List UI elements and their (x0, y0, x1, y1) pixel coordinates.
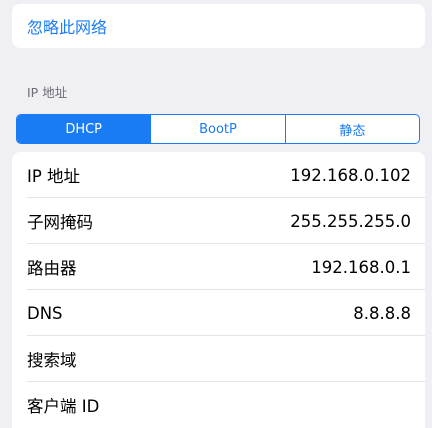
ip-settings-table: IP 地址 192.168.0.102 子网掩码 255.255.255.0 路… (12, 152, 425, 428)
ip-address-value: 192.168.0.102 (290, 165, 411, 185)
router-label: 路由器 (27, 259, 77, 278)
forget-network-button[interactable]: 忽略此网络 (12, 4, 425, 48)
ip-mode-segmented-control: DHCP BootP 静态 (16, 114, 420, 144)
router-value: 192.168.0.1 (311, 257, 411, 277)
subnet-mask-label: 子网掩码 (27, 213, 93, 232)
dns-label: DNS (27, 303, 63, 323)
wifi-network-details: 忽略此网络 IP 地址 DHCP BootP 静态 IP 地址 192.168.… (0, 0, 432, 428)
ip-address-section-header: IP 地址 (27, 85, 68, 100)
subnet-mask-row: 子网掩码 255.255.255.0 (12, 198, 425, 244)
ip-address-row: IP 地址 192.168.0.102 (12, 152, 425, 198)
search-domains-label: 搜索域 (27, 351, 77, 370)
subnet-mask-value: 255.255.255.0 (290, 211, 411, 231)
ip-address-label: IP 地址 (27, 167, 81, 186)
forget-network-label: 忽略此网络 (27, 18, 108, 37)
segment-bootp[interactable]: BootP (150, 115, 284, 143)
segment-dhcp[interactable]: DHCP (17, 115, 151, 143)
router-row: 路由器 192.168.0.1 (12, 244, 425, 290)
dns-row[interactable]: DNS 8.8.8.8 (12, 290, 425, 336)
search-domains-row[interactable]: 搜索域 (12, 336, 425, 382)
dns-value[interactable]: 8.8.8.8 (353, 304, 411, 323)
client-id-label: 客户端 ID (27, 397, 100, 416)
segment-static[interactable]: 静态 (284, 115, 419, 143)
client-id-row[interactable]: 客户端 ID (12, 382, 425, 428)
